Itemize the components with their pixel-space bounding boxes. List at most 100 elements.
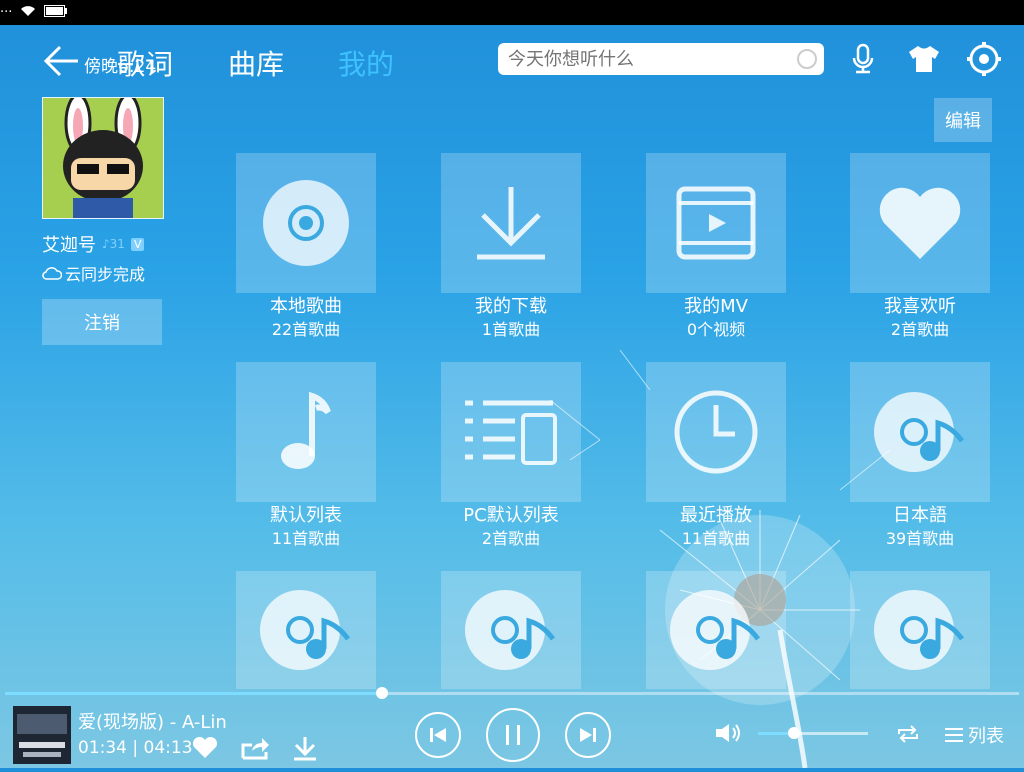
share-icon [241,738,269,760]
tshirt-icon [909,46,939,72]
tile-title: PC默认列表 [463,505,559,526]
tile-my-mv[interactable]: 我的MV 0个视频 [646,153,786,341]
vip-badge: V [130,237,145,251]
tile-subtitle: 11首歌曲 [681,529,751,548]
download-button[interactable] [290,734,320,762]
tab-library[interactable]: 曲库 [228,43,284,83]
tile-title: 本地歌曲 [270,296,342,317]
album-cover[interactable] [13,706,71,764]
logout-button[interactable]: 注销 [42,299,162,345]
system-icons: ··· [0,4,76,21]
repeat-icon [898,725,918,743]
back-button[interactable] [40,41,84,81]
playlist-disc-icon [874,392,965,472]
wifi-icon [20,5,36,21]
tile-pc-default-list[interactable]: PC默认列表 2首歌曲 [441,362,581,550]
tile-playlist-japanese[interactable]: 日本語 39首歌曲 [850,362,990,550]
playlist-disc-icon [670,590,761,670]
disc-icon [263,180,349,266]
status-bar: 傍晚6:24 ··· [0,0,1024,77]
tile-favorites[interactable]: 我喜欢听 2首歌曲 [850,153,990,341]
download-icon [477,187,545,260]
song-title: 爱(现场版) - A-Lin [78,712,227,733]
pause-icon [506,725,520,745]
progress-fill [5,692,383,695]
volume-icon [716,724,740,742]
previous-icon [430,728,446,742]
volume-knob[interactable] [788,727,801,739]
tile-subtitle: 1首歌曲 [481,320,541,339]
tile-playlist[interactable] [646,571,786,689]
level-badge: ♪ 31 [102,237,125,251]
tile-subtitle: 2首歌曲 [481,529,541,548]
settings-button[interactable] [964,39,1004,79]
skin-button[interactable] [904,39,944,79]
user-info: 艾迦号 ♪ 31 V [42,231,164,257]
profile-panel: 艾迦号 ♪ 31 V 云同步完成 注销 [42,97,164,345]
previous-button[interactable] [415,712,461,758]
tile-title: 我的下载 [475,296,547,317]
tile-subtitle: 22首歌曲 [271,320,341,339]
cloud-icon [42,267,62,280]
tile-title: 默认列表 [270,505,342,526]
tile-default-list[interactable]: 默认列表 11首歌曲 [236,362,376,550]
search-input[interactable] [498,47,796,71]
search-box[interactable] [498,43,824,75]
tile-my-downloads[interactable]: 我的下载 1首歌曲 [441,153,581,341]
tile-title: 我喜欢听 [884,296,956,317]
battery-icon [44,4,68,21]
download-icon [294,737,316,761]
heart-icon [192,737,218,758]
progress-bar[interactable] [5,687,1019,699]
tab-mine[interactable]: 我的 [338,43,394,83]
pause-button[interactable] [486,708,540,762]
next-button[interactable] [565,712,611,758]
tile-recent[interactable]: 最近播放 11首歌曲 [646,362,786,550]
tile-title: 我的MV [684,296,748,317]
like-button[interactable] [190,734,220,762]
tile-local-songs[interactable]: 本地歌曲 22首歌曲 [236,153,376,341]
pc-list-icon [465,400,557,465]
tile-playlist[interactable] [441,571,581,689]
tile-subtitle: 11首歌曲 [271,529,341,548]
gear-icon [967,42,1001,76]
top-navigation: 歌词 曲库 我的 [0,25,1024,97]
volume-slider[interactable] [758,727,868,739]
avatar[interactable] [42,97,164,219]
microphone-icon [852,43,874,74]
playlist-disc-icon [260,590,351,670]
voice-search-button[interactable] [843,39,883,79]
heart-icon [879,187,961,259]
edit-button[interactable]: 编辑 [934,98,992,142]
volume-button[interactable] [712,720,744,746]
progress-knob[interactable] [376,687,389,699]
playlist-label: 列表 [968,726,1004,747]
user-name: 艾迦号 [42,235,96,256]
tile-title: 最近播放 [680,505,752,526]
back-arrow-icon [43,45,78,77]
repeat-mode-button[interactable] [894,722,922,746]
tile-playlist[interactable] [850,571,990,689]
next-icon [580,728,596,742]
playlist-button[interactable]: 列表 [944,722,1004,748]
film-icon [676,186,756,260]
share-button[interactable] [238,734,272,762]
music-note-icon [281,392,331,469]
music-note-level-icon: ♪ [102,237,110,251]
tile-subtitle: 0个视频 [686,320,746,339]
player-bar: 爱(现场版) - A-Lin 01:34 | 04:13 列表 [0,686,1024,768]
playlist-disc-icon [874,590,965,670]
sync-status-text: 云同步完成 [65,265,146,284]
song-time: 01:34 | 04:13 [78,738,193,758]
tile-title: 日本語 [893,505,947,526]
tab-lyrics[interactable]: 歌词 [117,43,173,83]
search-icon[interactable] [796,48,818,70]
tile-subtitle: 39首歌曲 [885,529,955,548]
clock-icon [674,390,758,474]
list-icon [945,728,963,742]
user-level: 31 [109,237,125,251]
sync-status: 云同步完成 [42,261,164,285]
tile-playlist[interactable] [236,571,376,689]
tile-subtitle: 2首歌曲 [890,320,950,339]
playlist-disc-icon [465,590,556,670]
